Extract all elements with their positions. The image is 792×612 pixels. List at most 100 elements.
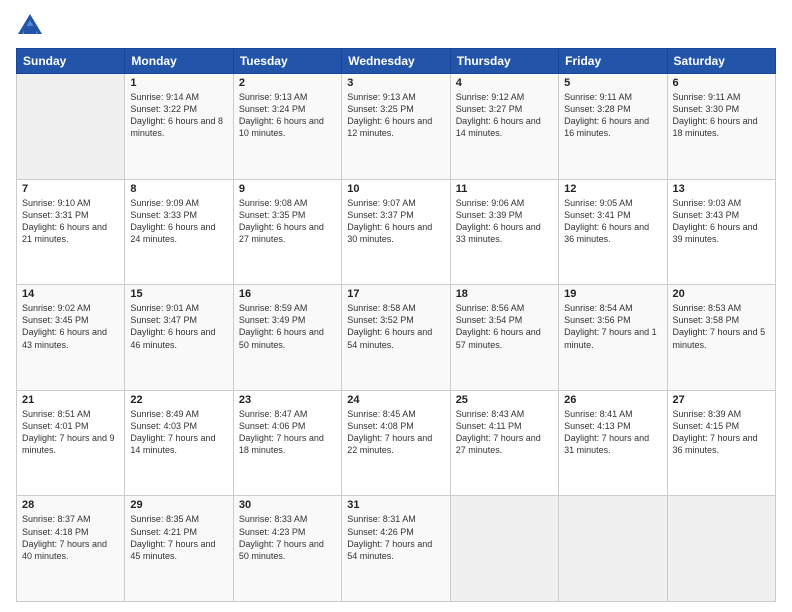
day-detail: Sunrise: 8:47 AMSunset: 4:06 PMDaylight:… [239,408,336,457]
day-cell: 14Sunrise: 9:02 AMSunset: 3:45 PMDayligh… [17,285,125,391]
sunrise-text: Sunrise: 8:54 AM [564,303,633,313]
day-cell: 6Sunrise: 9:11 AMSunset: 3:30 PMDaylight… [667,74,775,180]
day-detail: Sunrise: 9:01 AMSunset: 3:47 PMDaylight:… [130,302,227,351]
sunrise-text: Sunrise: 9:08 AM [239,198,308,208]
daylight-text: Daylight: 7 hours and 14 minutes. [130,433,215,455]
sunrise-text: Sunrise: 9:05 AM [564,198,633,208]
day-detail: Sunrise: 9:06 AMSunset: 3:39 PMDaylight:… [456,197,553,246]
day-number: 19 [564,288,661,300]
daylight-text: Daylight: 7 hours and 54 minutes. [347,539,432,561]
day-header-sunday: Sunday [17,49,125,74]
sunset-text: Sunset: 4:21 PM [130,527,197,537]
sunset-text: Sunset: 3:31 PM [22,210,89,220]
day-detail: Sunrise: 8:45 AMSunset: 4:08 PMDaylight:… [347,408,444,457]
sunrise-text: Sunrise: 8:33 AM [239,514,308,524]
day-detail: Sunrise: 9:02 AMSunset: 3:45 PMDaylight:… [22,302,119,351]
day-cell: 9Sunrise: 9:08 AMSunset: 3:35 PMDaylight… [233,179,341,285]
day-number: 11 [456,183,553,195]
daylight-text: Daylight: 7 hours and 40 minutes. [22,539,107,561]
day-cell [450,496,558,602]
sunset-text: Sunset: 4:01 PM [22,421,89,431]
sunset-text: Sunset: 3:28 PM [564,104,631,114]
daylight-text: Daylight: 6 hours and 16 minutes. [564,116,649,138]
sunrise-text: Sunrise: 8:37 AM [22,514,91,524]
day-number: 5 [564,77,661,89]
day-detail: Sunrise: 9:14 AMSunset: 3:22 PMDaylight:… [130,91,227,140]
day-cell: 16Sunrise: 8:59 AMSunset: 3:49 PMDayligh… [233,285,341,391]
daylight-text: Daylight: 7 hours and 50 minutes. [239,539,324,561]
week-row-1: 1 Sunrise: 9:14 AMSunset: 3:22 PMDaylight… [17,74,776,180]
daylight-text: Daylight: 6 hours and 39 minutes. [673,222,758,244]
day-cell: 22Sunrise: 8:49 AMSunset: 4:03 PMDayligh… [125,390,233,496]
day-cell: 18Sunrise: 8:56 AMSunset: 3:54 PMDayligh… [450,285,558,391]
day-number: 29 [130,499,227,511]
day-cell: 28Sunrise: 8:37 AMSunset: 4:18 PMDayligh… [17,496,125,602]
sunrise-text: Sunrise: 9:14 AM [130,92,199,102]
sunset-text: Sunset: 4:11 PM [456,421,522,431]
day-cell: 30Sunrise: 8:33 AMSunset: 4:23 PMDayligh… [233,496,341,602]
day-detail: Sunrise: 8:41 AMSunset: 4:13 PMDaylight:… [564,408,661,457]
sunset-text: Sunset: 3:25 PM [347,104,414,114]
sunrise-text: Sunrise: 8:58 AM [347,303,416,313]
sunset-text: Sunset: 3:37 PM [347,210,414,220]
day-detail: Sunrise: 9:11 AMSunset: 3:30 PMDaylight:… [673,91,770,140]
day-number: 1 [130,77,227,89]
day-cell: 1 Sunrise: 9:14 AMSunset: 3:22 PMDaylight… [125,74,233,180]
day-cell [17,74,125,180]
daylight-text: Daylight: 6 hours and 46 minutes. [130,327,215,349]
day-number: 18 [456,288,553,300]
sunset-text: Sunset: 3:54 PM [456,315,523,325]
sunrise-text: Sunrise: 8:53 AM [673,303,742,313]
day-detail: Sunrise: 9:11 AMSunset: 3:28 PMDaylight:… [564,91,661,140]
day-detail: Sunrise: 8:35 AMSunset: 4:21 PMDaylight:… [130,513,227,562]
day-cell: 31Sunrise: 8:31 AMSunset: 4:26 PMDayligh… [342,496,450,602]
day-cell: 15 Sunrise: 9:01 AMSunset: 3:47 PMDayligh… [125,285,233,391]
sunrise-text: Sunrise: 9:03 AM [673,198,742,208]
daylight-text: Daylight: 7 hours and 22 minutes. [347,433,432,455]
week-row-4: 21Sunrise: 8:51 AMSunset: 4:01 PMDayligh… [17,390,776,496]
day-detail: Sunrise: 8:58 AMSunset: 3:52 PMDaylight:… [347,302,444,351]
day-cell: 17Sunrise: 8:58 AMSunset: 3:52 PMDayligh… [342,285,450,391]
page: SundayMondayTuesdayWednesdayThursdayFrid… [0,0,792,612]
sunset-text: Sunset: 4:06 PM [239,421,306,431]
week-row-3: 14Sunrise: 9:02 AMSunset: 3:45 PMDayligh… [17,285,776,391]
sunrise-text: Sunrise: 8:39 AM [673,409,742,419]
sunset-text: Sunset: 3:39 PM [456,210,523,220]
sunrise-text: Sunrise: 8:59 AM [239,303,308,313]
sunrise-text: Sunrise: 9:07 AM [347,198,416,208]
day-cell: 10Sunrise: 9:07 AMSunset: 3:37 PMDayligh… [342,179,450,285]
sunset-text: Sunset: 4:15 PM [673,421,740,431]
day-cell: 7Sunrise: 9:10 AMSunset: 3:31 PMDaylight… [17,179,125,285]
sunrise-text: Sunrise: 9:13 AM [239,92,308,102]
sunset-text: Sunset: 4:23 PM [239,527,306,537]
sunset-text: Sunset: 3:41 PM [564,210,631,220]
day-number: 15 [130,288,227,300]
logo-icon [16,12,44,40]
day-header-wednesday: Wednesday [342,49,450,74]
sunrise-text: Sunrise: 8:51 AM [22,409,91,419]
day-number: 2 [239,77,336,89]
sunrise-text: Sunrise: 9:12 AM [456,92,525,102]
sunrise-text: Sunrise: 8:56 AM [456,303,525,313]
day-cell: 3Sunrise: 9:13 AMSunset: 3:25 PMDaylight… [342,74,450,180]
day-number: 25 [456,394,553,406]
day-cell: 5 Sunrise: 9:11 AMSunset: 3:28 PMDaylight… [559,74,667,180]
day-number: 12 [564,183,661,195]
day-detail: Sunrise: 9:08 AMSunset: 3:35 PMDaylight:… [239,197,336,246]
sunset-text: Sunset: 3:45 PM [22,315,89,325]
sunset-text: Sunset: 3:24 PM [239,104,306,114]
day-detail: Sunrise: 9:05 AMSunset: 3:41 PMDaylight:… [564,197,661,246]
daylight-text: Daylight: 6 hours and 54 minutes. [347,327,432,349]
day-cell: 24Sunrise: 8:45 AMSunset: 4:08 PMDayligh… [342,390,450,496]
daylight-text: Daylight: 7 hours and 5 minutes. [673,327,766,349]
day-detail: Sunrise: 8:56 AMSunset: 3:54 PMDaylight:… [456,302,553,351]
day-cell: 23Sunrise: 8:47 AMSunset: 4:06 PMDayligh… [233,390,341,496]
day-number: 26 [564,394,661,406]
calendar-body: 1 Sunrise: 9:14 AMSunset: 3:22 PMDaylight… [17,74,776,602]
day-cell: 8Sunrise: 9:09 AMSunset: 3:33 PMDaylight… [125,179,233,285]
day-number: 8 [130,183,227,195]
daylight-text: Daylight: 6 hours and 8 minutes. [130,116,223,138]
sunrise-text: Sunrise: 8:41 AM [564,409,633,419]
sunrise-text: Sunrise: 8:31 AM [347,514,416,524]
daylight-text: Daylight: 6 hours and 33 minutes. [456,222,541,244]
